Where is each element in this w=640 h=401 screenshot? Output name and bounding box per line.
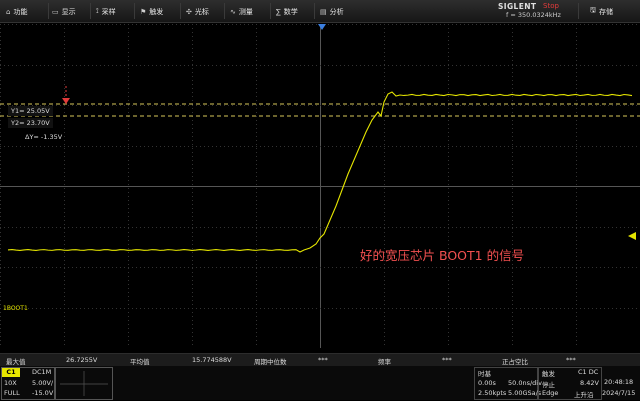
channel-1-badge: C1 [2, 368, 20, 377]
menu-divider [270, 3, 271, 19]
cursor-y2-readout: Y2= 23.70V [8, 118, 53, 128]
trigger-edge: 上升沿 [574, 391, 594, 399]
save-button[interactable]: 🖫 存储 [590, 5, 613, 18]
menu-divider [180, 3, 181, 19]
menu-display-label: 显示 [61, 7, 76, 16]
timebase-title: 时基 [478, 370, 491, 378]
measurement-bar: 最大值 26.7255V 平均值 15.774588V 周期中位数 *** 频率… [0, 353, 640, 367]
channel-probe: 10X [4, 379, 17, 387]
meas-period-label: 周期中位数 [254, 358, 287, 366]
clock-time: 20:48:18 [604, 378, 634, 386]
menu-divider [224, 3, 225, 19]
cursor-dy-readout: ΔY= -1.35V [25, 133, 63, 141]
menu-display[interactable]: ▭ 显示 [52, 5, 76, 18]
display-icon: ▭ [52, 7, 59, 16]
brand-logo: SIGLENT [498, 2, 537, 11]
menu-cursor[interactable]: ✣ 光标 [186, 5, 209, 18]
trigger-icon: ⚑ [140, 7, 147, 16]
menu-divider [48, 3, 49, 19]
trigger-title: 触发 [542, 370, 555, 378]
trigger-position-arrow [318, 24, 326, 30]
menu-acquire-label: 采样 [101, 7, 116, 16]
measure-icon: ∿ [230, 7, 236, 16]
waveform-grid [0, 24, 640, 348]
menu-measure-label: 测量 [238, 7, 253, 16]
meas-mean-value: 15.774588V [192, 356, 232, 364]
menu-bar: ⌂ 功能 ▭ 显示 ⟟ 采样 ⚑ 触发 ✣ 光标 ∿ 测量 ∑ 数学 ▤ 分析 … [0, 0, 640, 23]
meas-max-label: 最大值 [6, 358, 26, 366]
channel-1-offset-marker[interactable]: 1BOOT1 [3, 305, 28, 312]
trigger-type: Edge [542, 389, 559, 397]
menu-cursor-label: 光标 [194, 7, 209, 16]
analysis-icon: ▤ [320, 7, 327, 16]
menu-acquire[interactable]: ⟟ 采样 [96, 5, 116, 18]
trigger-level-marker[interactable] [628, 232, 636, 240]
menu-math-label: 数学 [283, 7, 298, 16]
menu-divider [314, 3, 315, 19]
frequency-counter: f = 350.0324kHz [506, 11, 561, 19]
save-label: 存储 [598, 7, 613, 16]
timebase-points: 2.50kpts [478, 389, 507, 397]
channel-preview [55, 367, 113, 400]
menu-analysis-label: 分析 [329, 7, 344, 16]
menu-analysis[interactable]: ▤ 分析 [320, 5, 344, 18]
run-state-indicator[interactable]: Stop [543, 2, 559, 10]
trigger-level: 8.42V [580, 379, 599, 387]
cursor-y1-readout: Y1= 25.05V [8, 106, 53, 116]
timebase-sample-rate: 5.00GSa/s [508, 389, 542, 397]
meas-pos-width-label: 正占空比 [502, 358, 528, 366]
menu-divider [90, 3, 91, 19]
trigger-channel: C1 DC [578, 368, 599, 376]
timebase-tdiv: 50.0ns/div [508, 379, 542, 387]
save-icon: 🖫 [590, 6, 596, 14]
graticule [0, 24, 640, 348]
meas-mean-label: 平均值 [130, 358, 150, 366]
cursor-marker-arrow [62, 98, 70, 104]
menu-trigger-label: 触发 [149, 7, 164, 16]
status-bar: C1 DC1M 10X 5.00V/ FULL -15.0V 时基 0.00s … [0, 366, 640, 400]
meas-max-value: 26.7255V [66, 356, 98, 364]
channel-vdiv: 5.00V/ [32, 379, 54, 387]
menu-divider [134, 3, 135, 19]
math-icon: ∑ [276, 7, 281, 16]
meas-freq-label: 频率 [378, 358, 391, 366]
meas-freq-value: *** [442, 356, 452, 364]
clock-date: 2024/7/15 [602, 389, 636, 397]
channel-preview-graph [60, 371, 108, 396]
function-icon: ⌂ [6, 7, 11, 16]
menu-divider [578, 3, 579, 19]
menu-trigger[interactable]: ⚑ 触发 [140, 5, 163, 18]
channel-offset: -15.0V [32, 389, 54, 397]
waveform-display[interactable]: Y1= 25.05V Y2= 23.70V ΔY= -1.35V [0, 24, 640, 348]
acquire-icon: ⟟ [96, 7, 99, 15]
timebase-delay: 0.00s [478, 379, 496, 387]
trigger-mode: 停止 [542, 381, 555, 389]
cursor-icon: ✣ [186, 7, 192, 16]
channel-bandwidth: FULL [4, 389, 20, 397]
meas-period-value: *** [318, 356, 328, 364]
menu-function-label: 功能 [13, 7, 28, 16]
channel-coupling: DC1M [32, 368, 52, 376]
meas-pos-width-value: *** [566, 356, 576, 364]
menu-math[interactable]: ∑ 数学 [276, 5, 298, 18]
annotation-label: 好的宽压芯片 BOOT1 的信号 [360, 248, 525, 263]
menu-measure[interactable]: ∿ 测量 [230, 5, 253, 18]
trigger-position-marker[interactable] [318, 24, 326, 31]
menu-function[interactable]: ⌂ 功能 [6, 5, 27, 18]
